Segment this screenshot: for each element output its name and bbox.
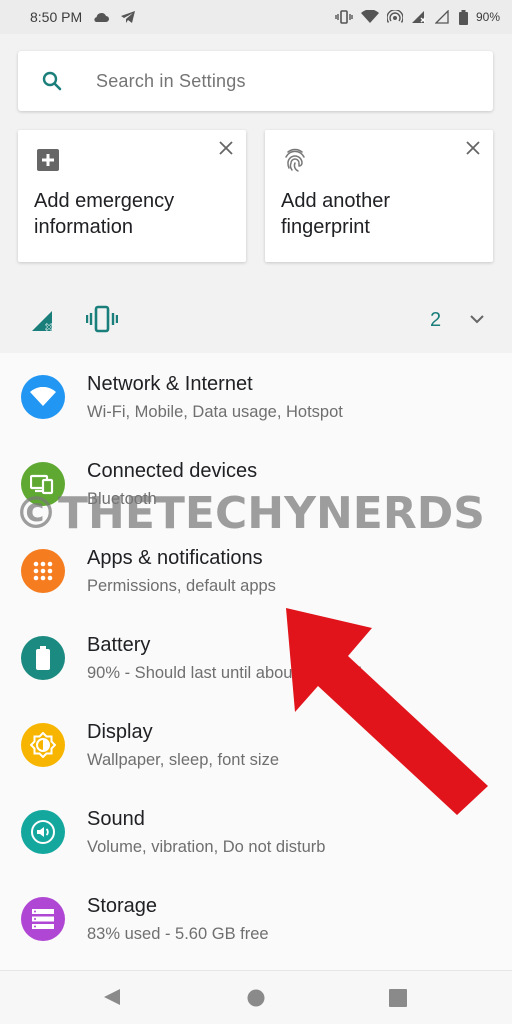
battery-percent: 90%	[475, 10, 500, 24]
setting-title: Storage	[87, 895, 158, 917]
devices-icon	[21, 462, 65, 506]
fingerprint-icon	[283, 148, 307, 172]
search-icon	[40, 69, 64, 93]
vibrate-icon	[85, 305, 119, 338]
setting-subtitle: Volume, vibration, Do not disturb	[87, 838, 326, 856]
setting-subtitle: Bluetooth	[87, 490, 157, 508]
hotspot-icon	[386, 10, 403, 24]
brightness-icon	[21, 723, 65, 767]
setting-subtitle: Permissions, default apps	[87, 577, 276, 595]
search-bar[interactable]: Search in Settings	[18, 51, 493, 111]
suggestions: Add emergency information Add another fi…	[18, 130, 493, 263]
setting-sound[interactable]: Sound Volume, vibration, Do not disturb	[0, 788, 512, 875]
setting-title: Sound	[87, 808, 145, 830]
back-icon[interactable]	[102, 987, 122, 1012]
wifi-icon	[360, 10, 379, 24]
settings-list: Network & Internet Wi-Fi, Mobile, Data u…	[0, 353, 512, 970]
no-signal-icon	[30, 307, 56, 338]
add-box-icon	[36, 148, 60, 172]
setting-network[interactable]: Network & Internet Wi-Fi, Mobile, Data u…	[0, 353, 512, 440]
conditions-count: 2	[430, 309, 442, 331]
setting-title: Display	[87, 721, 153, 743]
close-icon[interactable]	[216, 138, 236, 158]
close-icon[interactable]	[463, 138, 483, 158]
setting-battery[interactable]: Battery 90% - Should last until about 7:…	[0, 614, 512, 701]
cloud-icon	[92, 11, 110, 23]
setting-subtitle: 90% - Should last until about 7:00 AM	[87, 664, 363, 682]
setting-title: Apps & notifications	[87, 547, 263, 569]
home-icon[interactable]	[246, 988, 266, 1013]
battery-icon	[458, 9, 468, 25]
setting-storage[interactable]: Storage 83% used - 5.60 GB free	[0, 875, 512, 962]
suggestion-title: Add emergency information	[34, 190, 175, 238]
wifi-icon	[21, 375, 65, 419]
chevron-down-icon[interactable]	[468, 312, 486, 330]
suggestion-card-emergency[interactable]: Add emergency information	[18, 130, 246, 262]
setting-subtitle: Wi-Fi, Mobile, Data usage, Hotspot	[87, 403, 343, 421]
signal-icon	[434, 10, 451, 24]
setting-title: Connected devices	[87, 460, 258, 482]
setting-title: Battery	[87, 634, 151, 656]
setting-apps-notifications[interactable]: Apps & notifications Permissions, defaul…	[0, 527, 512, 614]
battery-icon	[21, 636, 65, 680]
search-input[interactable]: Search in Settings	[96, 71, 246, 92]
setting-title: Network & Internet	[87, 373, 253, 395]
setting-display[interactable]: Display Wallpaper, sleep, font size	[0, 701, 512, 788]
navigation-bar	[0, 970, 512, 1024]
status-time: 8:50 PM	[30, 9, 83, 25]
vibrate-icon	[335, 10, 353, 24]
suggestion-card-fingerprint[interactable]: Add another fingerprint	[265, 130, 493, 262]
apps-icon	[21, 549, 65, 593]
volume-icon	[21, 810, 65, 854]
setting-subtitle: 83% used - 5.60 GB free	[87, 925, 269, 943]
setting-connected-devices[interactable]: Connected devices Bluetooth	[0, 440, 512, 527]
suggestion-title: Add another fingerprint	[281, 190, 390, 238]
recent-apps-icon[interactable]	[389, 989, 407, 1012]
status-bar: 8:50 PM 90%	[0, 0, 512, 34]
conditions-bar[interactable]: 2	[0, 287, 512, 353]
telegram-icon	[120, 10, 136, 24]
storage-icon	[21, 897, 65, 941]
setting-subtitle: Wallpaper, sleep, font size	[87, 751, 279, 769]
signal-x-icon	[411, 10, 427, 24]
